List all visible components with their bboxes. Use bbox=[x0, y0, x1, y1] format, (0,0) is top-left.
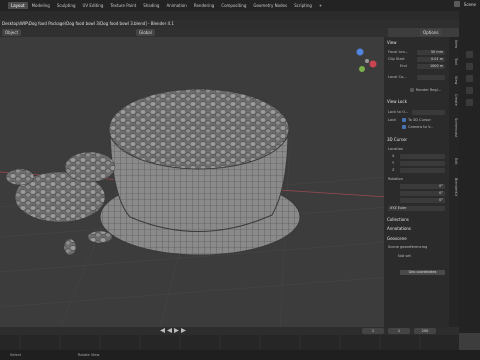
playback-controls bbox=[160, 328, 186, 333]
workspace-tab[interactable]: Animation bbox=[163, 2, 189, 9]
transform-orientation[interactable]: Global bbox=[136, 29, 155, 36]
current-frame-field[interactable]: 1 bbox=[362, 328, 384, 334]
render-props-icon[interactable] bbox=[466, 51, 473, 58]
3d-viewport[interactable] bbox=[0, 37, 388, 327]
geoscene-section-header[interactable]: Geoscene bbox=[387, 236, 447, 242]
rotation-label: Rotation bbox=[388, 177, 404, 181]
status-rotate-hint: Rotate View bbox=[78, 353, 100, 357]
options-button[interactable]: Options bbox=[420, 29, 442, 36]
workspace-tab[interactable]: Texture Paint bbox=[107, 2, 139, 9]
view-lock-section-header[interactable]: View Lock bbox=[387, 99, 447, 105]
scene-icon[interactable] bbox=[453, 1, 460, 7]
view-section-header[interactable]: View bbox=[387, 40, 447, 46]
render-region-checkbox[interactable] bbox=[410, 88, 414, 92]
world-props-icon[interactable] bbox=[466, 99, 473, 106]
tab-screencast[interactable]: Screencast bbox=[450, 118, 458, 137]
workspace-tab[interactable]: Compositing bbox=[218, 2, 249, 9]
to-3d-cursor-checkbox[interactable] bbox=[402, 118, 406, 122]
workspace-tab[interactable]: Modeling bbox=[29, 2, 53, 9]
clip-start-field[interactable]: 0.01 m bbox=[417, 57, 445, 62]
scene-props-icon[interactable] bbox=[466, 87, 473, 94]
kibble-mound bbox=[108, 88, 290, 170]
play-icon[interactable] bbox=[174, 328, 179, 333]
location-y-label: Y bbox=[392, 161, 395, 165]
workspace-tab[interactable]: Layout bbox=[8, 2, 28, 9]
location-x-label: X bbox=[392, 154, 395, 158]
local-camera-field[interactable] bbox=[417, 75, 445, 80]
status-bar: Select Rotate View bbox=[0, 350, 480, 360]
workspace-tab[interactable]: Shading bbox=[140, 2, 162, 9]
render-region-label: Render Regi... bbox=[416, 88, 442, 92]
location-x-field[interactable] bbox=[400, 154, 445, 159]
properties-editor-strip bbox=[459, 11, 480, 333]
workspace-tab[interactable]: Scripting bbox=[291, 2, 315, 9]
editor-header bbox=[0, 11, 480, 20]
tab-blenderkit[interactable]: BlenderKit bbox=[450, 178, 458, 196]
jump-end-icon[interactable] bbox=[181, 328, 186, 333]
camera-to-view-checkbox[interactable] bbox=[402, 125, 406, 129]
jump-start-icon[interactable] bbox=[160, 328, 165, 333]
collections-section-header[interactable]: Collections bbox=[387, 217, 447, 223]
workspace-tab[interactable]: + bbox=[316, 2, 325, 9]
location-y-field[interactable] bbox=[400, 161, 445, 166]
geo-label: Scene georeferencing bbox=[388, 245, 428, 249]
workspace-tab[interactable]: Sculpting bbox=[54, 2, 79, 9]
focal-length-field[interactable]: 50 mm bbox=[417, 50, 445, 55]
location-z-label: Z bbox=[392, 168, 395, 172]
rotation-z-field[interactable]: 0° bbox=[400, 198, 445, 203]
rotation-x-field[interactable]: 0° bbox=[400, 184, 445, 189]
end-frame-field[interactable]: 250 bbox=[414, 328, 436, 334]
workspace-tab[interactable]: Geometry Nodes bbox=[250, 2, 290, 9]
tab-tool[interactable]: Tool bbox=[450, 58, 458, 65]
3d-cursor-section-header[interactable]: 3D Cursor bbox=[387, 137, 447, 143]
tab-create[interactable]: Create bbox=[450, 94, 458, 106]
play-reverse-icon[interactable] bbox=[167, 328, 172, 333]
scene-label[interactable]: Scene bbox=[464, 2, 476, 7]
output-props-icon[interactable] bbox=[466, 63, 473, 70]
navigation-gizmo[interactable] bbox=[356, 48, 377, 73]
workspace-tab[interactable]: Rendering bbox=[191, 2, 217, 9]
camera-to-view-label: Camera to V... bbox=[408, 125, 434, 129]
to-3d-cursor-toggle[interactable]: To 3D Cursor bbox=[402, 118, 447, 124]
rotation-y-field[interactable]: 0° bbox=[400, 191, 445, 196]
workspace-tab[interactable]: UV Editing bbox=[80, 2, 107, 9]
mode-selector[interactable]: Object bbox=[2, 29, 22, 36]
viewport-header bbox=[0, 28, 388, 37]
status-select-hint: Select bbox=[10, 353, 22, 357]
workspace-tabs: Layout Modeling Sculpting UV Editing Texture… bbox=[8, 1, 325, 10]
viewport-scene bbox=[0, 48, 388, 327]
geo-coordinates-button[interactable]: Geo coordinates bbox=[400, 270, 445, 275]
view-layer-props-icon[interactable] bbox=[466, 75, 473, 82]
rotation-mode-select[interactable]: XYZ Euler bbox=[388, 206, 445, 211]
clip-end-field[interactable]: 1000 m bbox=[417, 64, 445, 69]
tab-item[interactable]: Item bbox=[450, 40, 458, 48]
window-title: Desktop\WIP\Dog food Package\Dog food bo… bbox=[2, 21, 174, 26]
location-z-field[interactable] bbox=[400, 168, 445, 173]
annotations-section-header[interactable]: Annotations bbox=[387, 226, 447, 232]
tab-edit[interactable]: Edit bbox=[450, 158, 458, 165]
scattered-kibble bbox=[5, 151, 116, 256]
to-3d-cursor-label: To 3D Cursor bbox=[408, 118, 431, 122]
top-right-controls: Scene bbox=[453, 1, 476, 7]
start-frame-field[interactable]: 1 bbox=[388, 328, 410, 334]
location-label: Location bbox=[388, 147, 404, 151]
tab-view[interactable]: View bbox=[450, 76, 458, 84]
lock-object-field[interactable] bbox=[412, 110, 445, 115]
camera-to-view-toggle[interactable]: Camera to V... bbox=[402, 125, 447, 131]
